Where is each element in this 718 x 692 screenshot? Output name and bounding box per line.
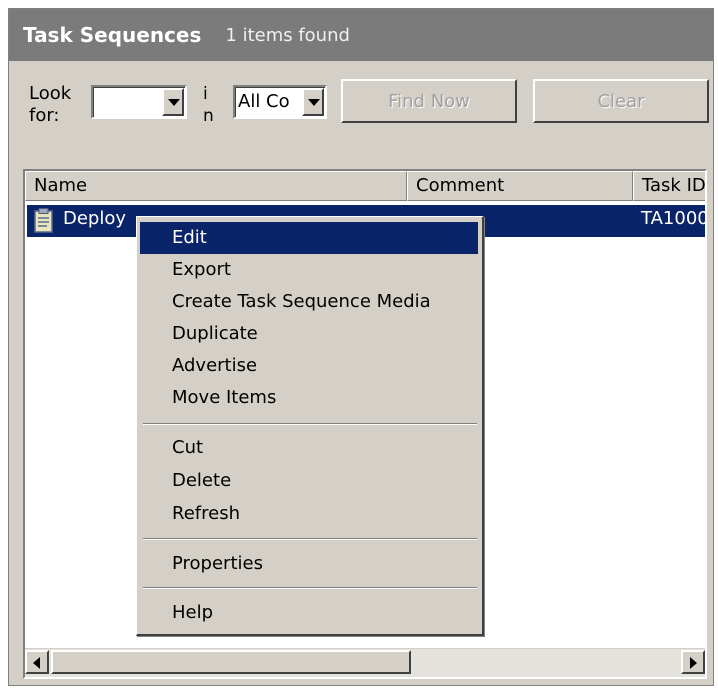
column-header-name[interactable]: Name — [25, 171, 407, 201]
menu-item-edit[interactable]: Edit — [140, 222, 478, 254]
chevron-down-icon[interactable] — [162, 88, 184, 116]
search-bar: Look for: i n All Co Find Now Clear — [9, 61, 713, 169]
in-combobox[interactable]: All Co — [233, 85, 327, 119]
menu-item-delete[interactable]: Delete — [140, 465, 478, 497]
menu-item-cut[interactable]: Cut — [140, 432, 478, 464]
look-for-label: Look for: — [29, 83, 72, 126]
horizontal-scrollbar[interactable] — [25, 648, 705, 677]
menu-item-help[interactable]: Help — [140, 597, 478, 629]
column-header-task-id[interactable]: Task ID — [633, 171, 705, 201]
menu-item-create-task-sequence-media[interactable]: Create Task Sequence Media — [140, 286, 478, 318]
scroll-right-icon[interactable] — [681, 650, 705, 674]
menu-separator — [143, 538, 477, 540]
menu-item-move-items[interactable]: Move Items — [140, 382, 478, 414]
menu-item-duplicate[interactable]: Duplicate — [140, 318, 478, 350]
menu-separator — [143, 587, 477, 589]
menu-item-export[interactable]: Export — [140, 254, 478, 286]
context-menu: Edit Export Create Task Sequence Media D… — [136, 216, 484, 636]
clear-button[interactable]: Clear — [533, 79, 709, 123]
results-count: 1 items found — [225, 24, 350, 46]
row-task-id: TA1000 — [641, 208, 707, 229]
row-name: Deploy — [63, 208, 127, 229]
menu-item-properties[interactable]: Properties — [140, 548, 478, 580]
look-for-combobox[interactable] — [91, 85, 187, 119]
task-sequence-icon — [34, 208, 53, 233]
scroll-left-icon[interactable] — [25, 650, 49, 674]
chevron-down-icon[interactable] — [302, 88, 324, 116]
find-now-button[interactable]: Find Now — [341, 79, 517, 123]
menu-item-advertise[interactable]: Advertise — [140, 350, 478, 382]
in-label: i n — [203, 84, 214, 126]
in-value: All Co — [238, 91, 290, 112]
results-header: Task Sequences 1 items found — [9, 9, 713, 61]
menu-item-refresh[interactable]: Refresh — [140, 498, 478, 530]
column-header-comment[interactable]: Comment — [407, 171, 633, 201]
menu-separator — [143, 423, 477, 425]
scrollbar-thumb[interactable] — [51, 650, 411, 674]
panel-title: Task Sequences — [23, 23, 202, 47]
